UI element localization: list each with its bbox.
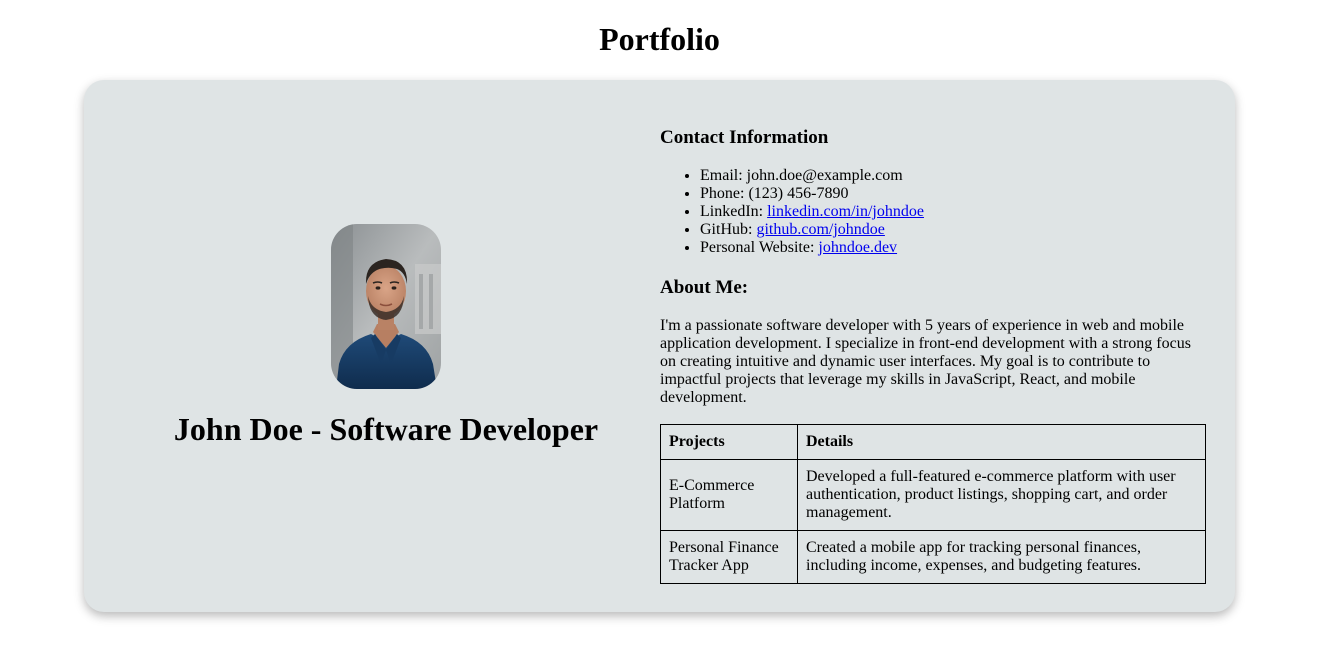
about-heading: About Me:: [660, 277, 749, 298]
table-row: E-Commerce Platform Developed a full-fea…: [660, 459, 1206, 531]
contact-phone: Phone: (123) 456-7890: [700, 185, 924, 203]
header-details: Details: [797, 424, 1206, 460]
page-title: Portfolio: [599, 21, 720, 57]
contact-email: Email: john.doe@example.com: [700, 167, 924, 185]
avatar: [331, 224, 441, 389]
header-projects: Projects: [660, 424, 798, 460]
contact-list: Email: john.doe@example.com Phone: (123)…: [660, 167, 924, 257]
table-header-row: Projects Details: [660, 424, 1206, 460]
projects-table: Projects Details E-Commerce Platform Dev…: [660, 424, 1206, 584]
github-label: GitHub:: [700, 221, 757, 238]
table-row: Personal Finance Tracker App Created a m…: [660, 530, 1206, 584]
email-label: Email:: [700, 167, 747, 184]
linkedin-label: LinkedIn:: [700, 203, 768, 220]
project-name: Personal Finance Tracker App: [660, 530, 798, 584]
contact-github: GitHub: github.com/johndoe: [700, 221, 924, 239]
phone-value: (123) 456-7890: [748, 185, 849, 202]
profile-photo: [331, 224, 441, 389]
project-details: Created a mobile app for tracking person…: [797, 530, 1206, 584]
name-title: John Doe - Software Developer: [173, 411, 599, 447]
project-details: Developed a full-featured e-commerce pla…: [797, 459, 1206, 531]
website-label: Personal Website:: [700, 239, 819, 256]
contact-linkedin: LinkedIn: linkedin.com/in/johndoe: [700, 203, 924, 221]
about-text: I'm a passionate software developer with…: [660, 317, 1191, 406]
email-value: john.doe@example.com: [746, 167, 903, 184]
project-name: E-Commerce Platform: [660, 459, 798, 531]
profile-card: John Doe - Software Developer Contact In…: [84, 80, 1235, 612]
profile-column: John Doe - Software Developer: [84, 80, 660, 612]
linkedin-link[interactable]: linkedin.com/in/johndoe: [767, 203, 924, 220]
github-link[interactable]: github.com/johndoe: [756, 221, 884, 238]
contact-heading: Contact Information: [660, 127, 829, 148]
website-link[interactable]: johndoe.dev: [818, 239, 897, 256]
phone-label: Phone:: [700, 185, 749, 202]
contact-website: Personal Website: johndoe.dev: [700, 239, 924, 257]
